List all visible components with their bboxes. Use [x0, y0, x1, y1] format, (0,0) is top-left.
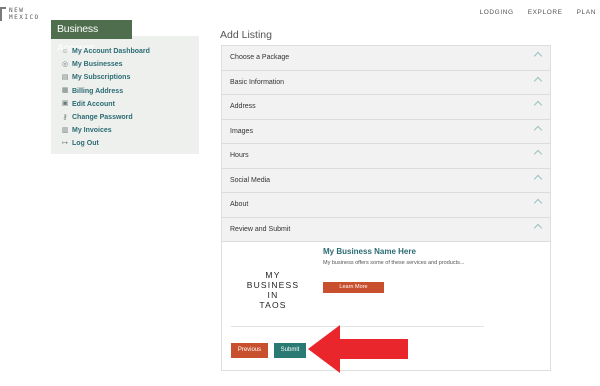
section-social-media[interactable]: Social Media: [222, 168, 550, 193]
section-images[interactable]: Images: [222, 119, 550, 144]
business-logo-line-3: TAOS: [259, 300, 287, 310]
chevron-up-icon: [533, 198, 543, 208]
key-icon: ⚷: [62, 113, 68, 121]
map-pin-icon: ◎: [61, 60, 69, 68]
business-logo: MY BUSINESS IN TAOS: [238, 270, 308, 310]
nav-explore[interactable]: EXPLORE: [528, 9, 563, 16]
logo-line-1: NEW: [9, 7, 25, 14]
logo-mark-icon: [0, 7, 6, 21]
sidebar-item-change-password[interactable]: ⚷ Change Password: [61, 111, 150, 124]
sidebar-item-label: My Businesses: [72, 61, 123, 69]
section-label: Hours: [230, 152, 249, 159]
submit-button[interactable]: Submit: [274, 343, 306, 358]
section-choose-package[interactable]: Choose a Package: [222, 46, 550, 71]
section-address[interactable]: Address: [222, 95, 550, 120]
sidebar-item-my-invoices[interactable]: ▥ My Invoices: [61, 124, 150, 137]
section-label: Review and Submit: [230, 225, 291, 233]
business-logo-line-2: IN: [267, 290, 279, 300]
section-basic-information[interactable]: Basic Information: [222, 70, 550, 95]
sidebar-item-label: Log Out: [72, 140, 99, 148]
chevron-up-icon: [533, 149, 543, 159]
section-review-submit[interactable]: Review and Submit: [222, 217, 550, 242]
section-label: Choose a Package: [230, 54, 290, 61]
top-navigation: LODGING EXPLORE PLAN: [480, 9, 597, 16]
listing-accordion: Choose a Package Basic Information Addre…: [221, 45, 551, 371]
logo-line-2: MEXICO: [9, 14, 40, 21]
section-label: About: [230, 201, 249, 208]
business-logo-line-1: MY BUSINESS: [246, 270, 300, 290]
brand-logo[interactable]: NEW MEXICO: [0, 7, 40, 21]
section-label: Social Media: [230, 176, 271, 184]
sidebar-title: Business Account: [51, 20, 132, 54]
sidebar-item-log-out[interactable]: ↦ Log Out: [61, 137, 150, 150]
section-hours[interactable]: Hours: [222, 144, 550, 169]
section-label: Basic Information: [230, 78, 285, 86]
sidebar-item-label: Change Password: [72, 114, 133, 122]
sidebar-item-my-subscriptions[interactable]: ▤ My Subscriptions: [61, 71, 150, 84]
nav-plan[interactable]: PLAN: [577, 9, 596, 16]
previous-button[interactable]: Previous: [231, 343, 268, 358]
business-description: My business offers some of these service…: [323, 260, 465, 266]
chevron-up-icon: [533, 174, 543, 183]
user-icon: ☺: [61, 47, 69, 55]
section-label: Images: [230, 127, 253, 135]
subscriptions-icon: ▤: [61, 73, 69, 81]
sidebar-menu: ☺ My Account Dashboard ◎ My Businesses ▤…: [61, 45, 150, 151]
business-name[interactable]: My Business Name Here: [323, 247, 416, 256]
nav-lodging[interactable]: LODGING: [480, 9, 514, 16]
section-label: Address: [230, 103, 256, 110]
sidebar-item-edit-account[interactable]: ▣ Edit Account: [61, 98, 150, 111]
sidebar-item-label: My Account Dashboard: [72, 48, 150, 56]
sidebar-item-label: My Invoices: [72, 127, 112, 135]
billing-icon: ▦: [61, 87, 69, 95]
chevron-up-icon: [533, 223, 543, 232]
chevron-up-icon: [533, 51, 543, 61]
sidebar-item-label: Billing Address: [72, 87, 124, 95]
edit-account-icon: ▣: [61, 100, 69, 108]
annotation-arrow-icon: [308, 325, 408, 373]
sidebar-item-my-businesses[interactable]: ◎ My Businesses: [61, 58, 150, 71]
learn-more-button[interactable]: Learn More: [323, 282, 384, 293]
section-about[interactable]: About: [222, 193, 550, 218]
chevron-up-icon: [533, 76, 543, 85]
chevron-up-icon: [533, 100, 543, 110]
sidebar-item-label: My Subscriptions: [72, 74, 131, 82]
page-title: Add Listing: [220, 29, 272, 41]
sidebar-item-billing-address[interactable]: ▦ Billing Address: [61, 85, 150, 98]
chevron-up-icon: [533, 125, 543, 134]
invoice-icon: ▥: [61, 126, 69, 134]
sidebar-item-label: Edit Account: [72, 100, 115, 108]
sidebar-item-account-dashboard[interactable]: ☺ My Account Dashboard: [61, 45, 150, 58]
logout-icon: ↦: [62, 139, 68, 147]
